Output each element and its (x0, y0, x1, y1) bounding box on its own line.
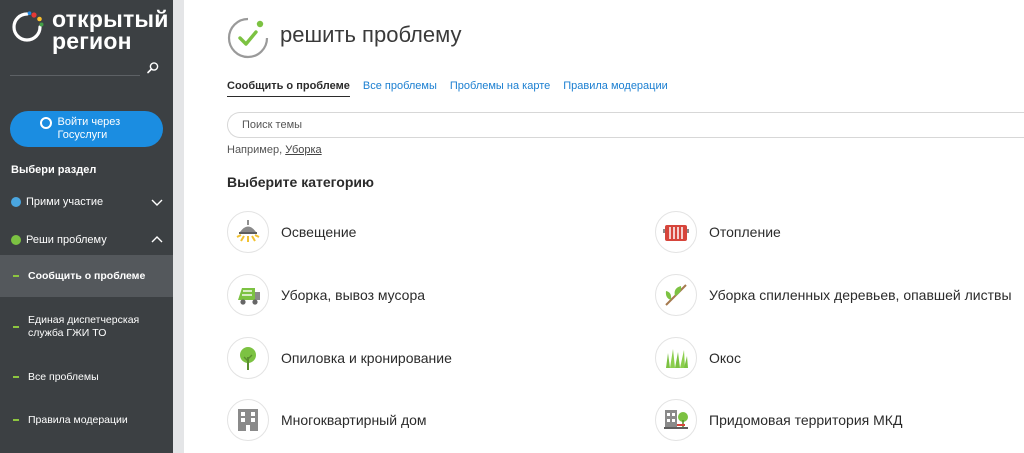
site-logo[interactable]: открытый регион (10, 6, 170, 58)
sidebar-subitem-label: Единая диспетчерская служба ГЖИ ТО (28, 314, 140, 339)
category-label: Опиловка и кронирование (281, 350, 452, 366)
dash-icon (13, 419, 19, 421)
topic-search-input[interactable] (240, 118, 744, 132)
tab-problems-map[interactable]: Проблемы на карте (450, 80, 550, 97)
courtyard-icon (655, 399, 697, 441)
gosuslugi-login-label: Войти через Госуслуги (57, 116, 121, 141)
sidebar-subitem-label: Правила модерации (28, 413, 128, 426)
category-label: Придомовая территория МКД (709, 412, 903, 428)
tree-icon (227, 337, 269, 379)
tab-bar: Сообщить о проблеме Все проблемы Проблем… (227, 80, 681, 97)
participate-dot-icon (11, 197, 21, 207)
grass-icon (655, 337, 697, 379)
category-tree-trimming[interactable]: Опиловка и кронирование (227, 337, 452, 379)
logo-line-1: открытый (52, 6, 169, 32)
sidebar-item-participate[interactable]: Прими участие (0, 187, 173, 217)
topic-search-box[interactable] (227, 112, 1024, 138)
sidebar-subitem-report-problem[interactable]: Сообщить о проблеме (0, 255, 173, 297)
dash-icon (13, 326, 19, 328)
category-apartment-building[interactable]: Многоквартирный дом (227, 399, 427, 441)
sidebar-item-label: Прими участие (26, 196, 104, 208)
radiator-icon (655, 211, 697, 253)
category-label: Многоквартирный дом (281, 412, 427, 428)
sidebar-subitem-all-problems[interactable]: Все проблемы (0, 362, 173, 392)
logo-text: открытый регион (52, 6, 169, 54)
sidebar-edge (173, 0, 184, 453)
category-garbage-removal[interactable]: Уборка, вывоз мусора (227, 274, 425, 316)
logo-ring-icon (12, 11, 44, 42)
category-label: Уборка, вывоз мусора (281, 287, 426, 303)
tab-all-problems[interactable]: Все проблемы (363, 80, 437, 97)
sidebar-subitem-dispatch-service[interactable]: Единая диспетчерская служба ГЖИ ТО (0, 306, 173, 348)
category-label: Освещение (281, 224, 357, 240)
page-title: решить проблему (280, 22, 462, 47)
sidebar-subitem-label: Сообщить о проблеме (28, 269, 146, 282)
branch-icon (655, 274, 697, 316)
category-label: Отопление (709, 224, 781, 240)
category-heating[interactable]: Отопление (655, 211, 781, 253)
main-content: решить проблему Сообщить о проблеме Все … (184, 0, 1024, 453)
section-title: Выбери раздел (11, 164, 97, 176)
category-courtyard[interactable]: Придомовая территория МКД (655, 399, 902, 441)
chevron-up-icon[interactable] (151, 234, 163, 246)
chevron-down-icon[interactable] (151, 196, 163, 208)
garbage-truck-icon (227, 274, 269, 316)
categories-heading: Выберите категорию (227, 174, 374, 190)
search-icon[interactable] (146, 61, 160, 75)
category-label: Окос (709, 350, 741, 366)
example-link[interactable]: Уборка (285, 144, 321, 156)
sidebar-item-label: Реши проблему (26, 234, 107, 246)
dash-icon (13, 275, 19, 277)
tab-report-problem[interactable]: Сообщить о проблеме (227, 80, 350, 97)
solve-problem-dot-icon (11, 235, 21, 245)
sidebar-subitem-moderation-rules[interactable]: Правила модерации (0, 405, 173, 435)
category-fallen-trees-leaves[interactable]: Уборка спиленных деревьев, опавшей листв… (655, 274, 1012, 316)
category-lighting[interactable]: Освещение (227, 211, 356, 253)
search-example: Например, Уборка (227, 144, 322, 156)
tab-moderation-rules[interactable]: Правила модерации (563, 80, 668, 97)
check-circle-icon (227, 17, 269, 59)
sidebar-search-field[interactable] (10, 75, 140, 76)
dash-icon (13, 376, 19, 378)
example-prefix: Например, (227, 144, 283, 156)
logo-line-2: регион (52, 28, 132, 54)
gosuslugi-icon (39, 117, 52, 129)
sidebar-subitem-label: Все проблемы (28, 370, 99, 383)
sidebar-item-solve-problem[interactable]: Реши проблему (0, 225, 173, 255)
lamp-icon (227, 211, 269, 253)
gosuslugi-login-button[interactable]: Войти через Госуслуги (10, 111, 163, 147)
category-label: Уборка спиленных деревьев, опавшей листв… (709, 287, 1012, 303)
category-mowing[interactable]: Окос (655, 337, 741, 379)
apartment-building-icon (227, 399, 269, 441)
sidebar: открытый регион Войти через Госуслуги Вы… (0, 0, 173, 453)
